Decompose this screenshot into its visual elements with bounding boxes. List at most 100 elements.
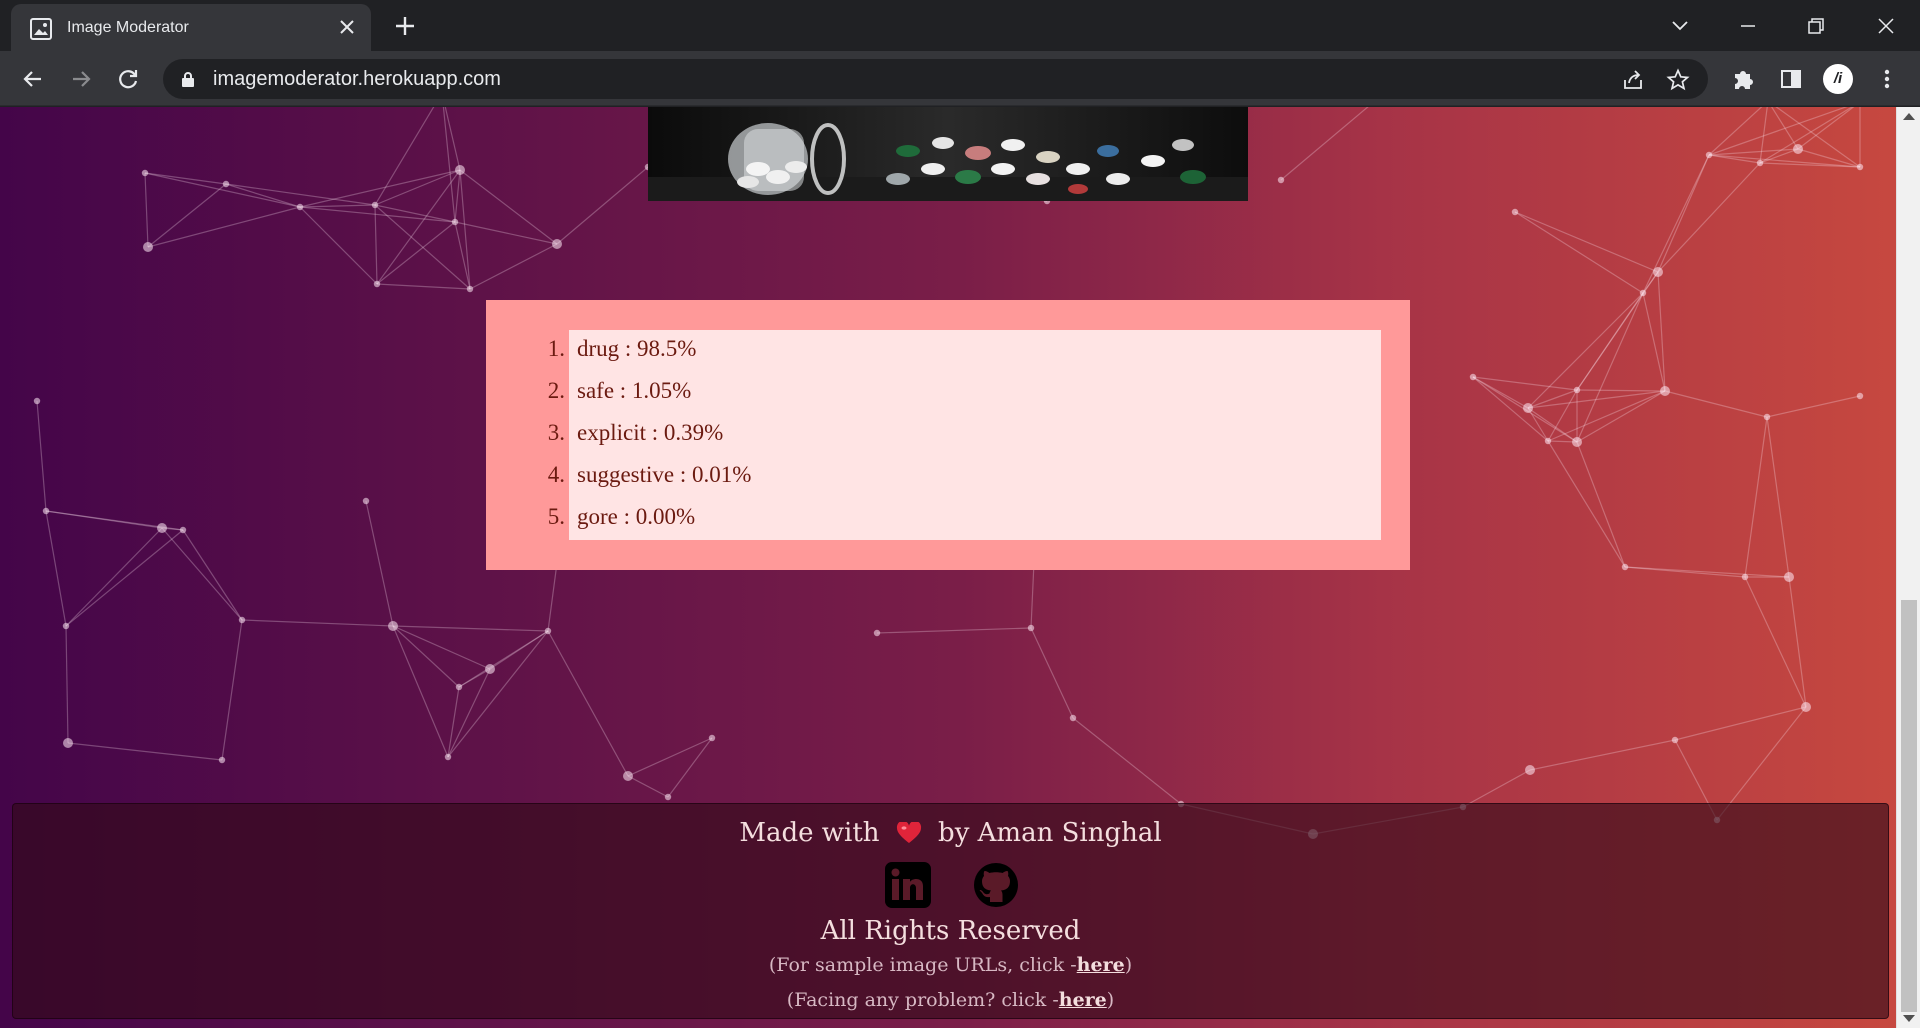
url-text: imagemoderator.herokuapp.com <box>213 68 501 90</box>
network-node <box>1801 702 1811 712</box>
network-node <box>1671 736 1679 744</box>
network-node <box>296 203 304 211</box>
network-edge <box>556 166 649 245</box>
network-edge <box>627 737 713 777</box>
tab-image-moderator[interactable]: Image Moderator <box>11 4 371 51</box>
network-edge <box>376 283 471 290</box>
star-icon[interactable] <box>1666 68 1690 92</box>
network-node <box>157 523 167 533</box>
network-node <box>33 397 41 405</box>
plus-icon[interactable] <box>392 13 418 39</box>
network-edge <box>161 527 243 621</box>
network-edge <box>144 172 149 248</box>
puzzle-icon[interactable] <box>1730 65 1758 93</box>
network-node <box>1856 392 1864 400</box>
pills-image <box>648 107 1248 201</box>
page-viewport: 1. drug : 98.5% 2. safe : 1.05% 3. explicit… <box>0 107 1920 1028</box>
network-edge <box>1664 390 1768 418</box>
network-edge <box>65 527 163 627</box>
network-node <box>1069 714 1077 722</box>
restore-icon[interactable] <box>1802 12 1830 40</box>
network-edge <box>1472 376 1578 391</box>
network-node <box>179 526 187 534</box>
close-icon[interactable] <box>335 15 359 39</box>
scrollbar-thumb[interactable] <box>1901 600 1917 1012</box>
list-item-text: gore : 0.00% <box>577 504 696 529</box>
minimize-icon[interactable] <box>1734 12 1762 40</box>
close-window-icon[interactable] <box>1872 12 1900 40</box>
network-edge <box>241 619 394 627</box>
network-node <box>1653 267 1663 277</box>
scroll-up-arrow-icon[interactable] <box>1903 113 1915 120</box>
menu-dots-icon[interactable] <box>1873 65 1901 93</box>
network-node <box>664 793 672 801</box>
network-edge <box>1759 107 1853 164</box>
network-node <box>63 738 73 748</box>
reload-icon[interactable] <box>114 65 142 93</box>
list-item-number: 5. <box>547 504 565 529</box>
rights-text: All Rights Reserved <box>820 916 1081 946</box>
network-edge <box>1744 576 1807 708</box>
credits-suffix: by Aman Singhal <box>938 818 1162 848</box>
network-edge <box>447 630 549 758</box>
network-edge <box>147 183 227 248</box>
network-node <box>1756 159 1764 167</box>
network-node <box>1784 572 1794 582</box>
sample-note-prefix: (For sample image URLs, click - <box>768 954 1077 976</box>
network-edge <box>1527 407 1578 443</box>
problem-link[interactable]: here <box>1059 989 1107 1011</box>
forward-arrow-icon[interactable] <box>67 65 95 93</box>
network-edge <box>392 625 491 670</box>
network-edge <box>1766 416 1790 578</box>
results-list-box: 1. drug : 98.5% 2. safe : 1.05% 3. explicit… <box>548 330 1381 540</box>
network-node <box>1573 386 1581 394</box>
network-edge <box>182 529 243 621</box>
network-edge <box>876 627 1032 634</box>
page-scrollbar[interactable] <box>1896 107 1920 1028</box>
tab-title: Image Moderator <box>67 19 189 36</box>
credits-prefix: Made with <box>739 818 880 848</box>
network-node <box>444 753 452 761</box>
network-node <box>238 616 246 624</box>
network-edge <box>299 206 378 285</box>
network-node <box>1572 437 1582 447</box>
network-node <box>466 285 474 293</box>
avatar[interactable]: /i <box>1823 64 1853 94</box>
lock-icon[interactable] <box>181 71 195 87</box>
chevron-down-icon[interactable] <box>1666 12 1694 40</box>
network-edge <box>1624 566 1790 578</box>
address-bar[interactable]: imagemoderator.herokuapp.com <box>163 59 1708 99</box>
network-node <box>1705 151 1713 159</box>
network-node <box>873 629 881 637</box>
network-edge <box>1674 706 1807 741</box>
network-edge <box>1576 292 1644 443</box>
problem-note-prefix: (Facing any problem? click - <box>786 989 1059 1011</box>
network-node <box>455 683 463 691</box>
list-item-number: 1. <box>547 336 565 361</box>
network-edge <box>1576 292 1644 391</box>
sample-urls-link[interactable]: here <box>1077 954 1125 976</box>
network-node <box>544 627 552 635</box>
share-icon[interactable] <box>1621 68 1645 92</box>
github-icon[interactable] <box>973 862 1019 908</box>
browser-toolbar: imagemoderator.herokuapp.com /i <box>0 51 1920 106</box>
network-node <box>1621 563 1629 571</box>
network-edge <box>36 400 47 512</box>
list-item-text: drug : 98.5% <box>577 336 697 361</box>
problem-note-suffix: ) <box>1106 989 1115 1011</box>
network-edge <box>225 183 301 208</box>
network-edge <box>1514 211 1659 273</box>
sidebar-icon[interactable] <box>1777 65 1805 93</box>
network-node <box>1856 163 1864 171</box>
network-edge <box>627 775 669 798</box>
network-edge <box>1462 769 1531 808</box>
network-node <box>552 239 562 249</box>
network-edge <box>1744 416 1768 578</box>
network-edge <box>374 204 456 223</box>
network-edge <box>1030 627 1074 719</box>
linkedin-icon[interactable] <box>885 862 931 908</box>
scroll-down-arrow-icon[interactable] <box>1903 1015 1915 1022</box>
network-node <box>455 165 465 175</box>
sample-note-suffix: ) <box>1124 954 1133 976</box>
back-arrow-icon[interactable] <box>19 65 47 93</box>
